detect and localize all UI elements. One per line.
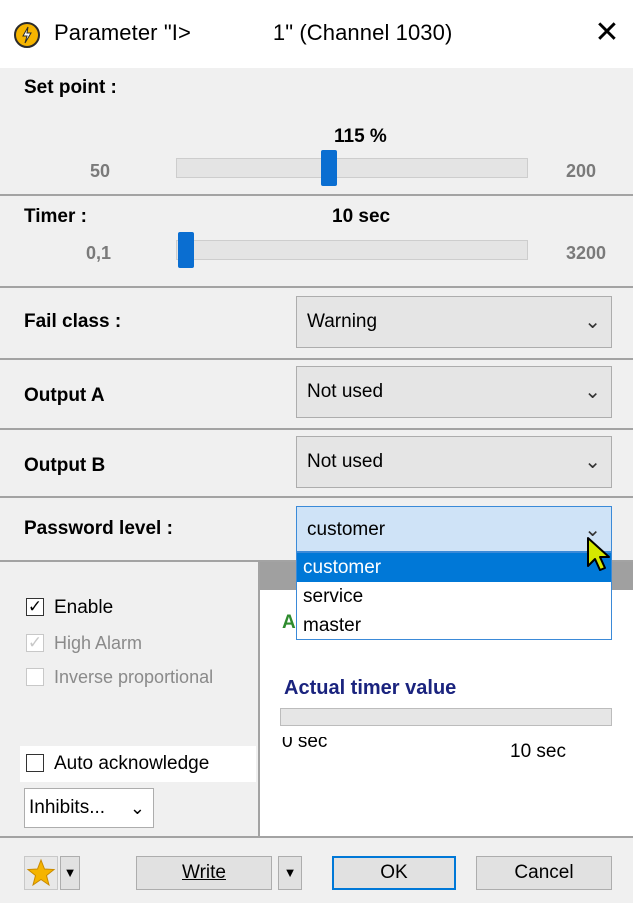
title-bar: Parameter "I> 1" (Channel 1030) ✕ bbox=[0, 0, 633, 68]
output-b-value: Not used bbox=[307, 451, 384, 472]
output-b-label: Output B bbox=[24, 455, 106, 476]
cursor-icon bbox=[587, 537, 610, 571]
auto-acknowledge-label: Auto acknowledge bbox=[54, 753, 210, 774]
inhibits-dropdown[interactable]: Inhibits... ⌄ bbox=[24, 788, 154, 828]
timer-slider-thumb[interactable] bbox=[178, 232, 194, 268]
password-level-dropdown[interactable]: customer ⌄ bbox=[296, 506, 612, 552]
timer-min: 0,1 bbox=[86, 243, 112, 263]
timer-slider-track[interactable] bbox=[176, 240, 528, 260]
chevron-down-icon: ⌄ bbox=[584, 311, 601, 333]
ok-button[interactable]: OK bbox=[332, 856, 456, 890]
option-service[interactable]: service bbox=[297, 582, 611, 611]
write-options-button[interactable]: ▼ bbox=[278, 856, 302, 890]
favorite-button[interactable] bbox=[24, 856, 58, 890]
setpoint-value: 115 % bbox=[334, 126, 387, 147]
cancel-button[interactable]: Cancel bbox=[476, 856, 612, 890]
close-icon[interactable]: ✕ bbox=[590, 14, 624, 52]
option-master[interactable]: master bbox=[297, 611, 611, 640]
actual-timer-label: Actual timer value bbox=[284, 677, 457, 699]
setpoint-min: 50 bbox=[90, 161, 111, 181]
chevron-down-icon: ⌄ bbox=[584, 451, 601, 473]
star-icon bbox=[26, 858, 56, 887]
write-button[interactable]: Write bbox=[136, 856, 272, 890]
fail-class-dropdown[interactable]: Warning ⌄ bbox=[296, 296, 612, 348]
window-title: Parameter "I> 1" (Channel 1030) bbox=[54, 20, 453, 45]
enable-checkbox[interactable]: ✓ bbox=[26, 598, 44, 616]
timer-end-label: 10 sec bbox=[510, 741, 566, 762]
fail-class-value: Warning bbox=[307, 311, 378, 332]
high-alarm-checkbox[interactable]: ✓ bbox=[26, 634, 44, 652]
setpoint-label: Set point : bbox=[24, 77, 117, 98]
setpoint-slider-thumb[interactable] bbox=[320, 150, 337, 186]
timer-max: 3200 bbox=[566, 243, 607, 263]
password-level-options: customer service master bbox=[296, 552, 612, 640]
status-heading-partial: A bbox=[282, 612, 296, 633]
timer-start-label: 0 sec bbox=[282, 737, 328, 752]
fail-class-label: Fail class : bbox=[24, 311, 122, 332]
chevron-down-icon: ⌄ bbox=[584, 381, 601, 403]
timer-label: Timer : bbox=[24, 206, 88, 227]
password-level-label: Password level : bbox=[24, 518, 173, 539]
inverse-proportional-label: Inverse proportional bbox=[54, 667, 214, 687]
favorite-dropdown-button[interactable]: ▼ bbox=[60, 856, 80, 890]
output-a-label: Output A bbox=[24, 385, 105, 406]
timer-progress-bar bbox=[280, 708, 612, 726]
chevron-down-icon: ⌄ bbox=[129, 798, 145, 818]
power-icon bbox=[14, 22, 40, 48]
setpoint-slider-track[interactable] bbox=[176, 158, 528, 178]
inhibits-label: Inhibits... bbox=[29, 797, 106, 818]
high-alarm-label: High Alarm bbox=[54, 633, 143, 653]
output-a-dropdown[interactable]: Not used ⌄ bbox=[296, 366, 612, 418]
inverse-proportional-checkbox[interactable] bbox=[26, 668, 44, 686]
auto-acknowledge-checkbox[interactable] bbox=[26, 754, 44, 772]
enable-label: Enable bbox=[54, 597, 114, 618]
output-b-dropdown[interactable]: Not used ⌄ bbox=[296, 436, 612, 488]
timer-value: 10 sec bbox=[332, 206, 391, 227]
password-level-value: customer bbox=[307, 519, 386, 540]
output-a-value: Not used bbox=[307, 381, 384, 402]
option-customer[interactable]: customer bbox=[297, 553, 611, 582]
setpoint-max: 200 bbox=[566, 161, 597, 181]
